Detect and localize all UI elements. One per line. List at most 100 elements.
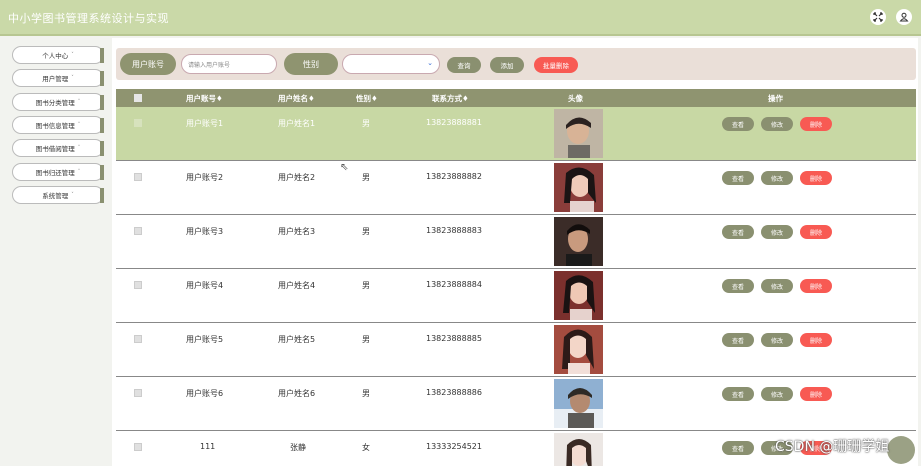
header-gender[interactable]: 性别♦	[356, 93, 378, 104]
chevron-down-icon: ˅	[77, 145, 81, 151]
table-header: 用户账号♦ 用户姓名♦ 性别♦ 联系方式♦ 头像 操作	[116, 89, 916, 107]
gender-select[interactable]: ⌄	[342, 54, 440, 74]
edit-button[interactable]: 修改	[761, 171, 793, 185]
avatar	[554, 217, 603, 266]
table-row[interactable]: 用户账号2 用户姓名2 男 13823888882 查看 修改 删除	[116, 161, 916, 215]
user-icon[interactable]	[896, 9, 912, 25]
header-account[interactable]: 用户账号♦	[186, 93, 223, 104]
chevron-down-icon: ˅	[71, 192, 74, 198]
sidebar-item-label: 图书信息管理	[35, 122, 75, 130]
top-bar: 中小学图书管理系统设计与实现	[0, 0, 921, 36]
mouse-cursor-icon: ⇖	[340, 162, 349, 173]
cell-gender: 男	[362, 281, 370, 290]
sidebar-item-book-return[interactable]: 图书归还管理 ˅	[12, 163, 104, 181]
header-phone[interactable]: 联系方式♦	[432, 93, 469, 104]
avatar-photo	[554, 217, 603, 266]
avatar-photo	[554, 109, 603, 158]
header-name[interactable]: 用户姓名♦	[278, 93, 315, 104]
view-button[interactable]: 查看	[722, 225, 754, 239]
edit-button[interactable]: 修改	[761, 279, 793, 293]
avatar	[554, 163, 603, 212]
edit-button[interactable]: 修改	[761, 117, 793, 131]
view-button[interactable]: 查看	[722, 279, 754, 293]
view-button[interactable]: 查看	[722, 117, 754, 131]
row-checkbox[interactable]	[134, 281, 142, 289]
cell-phone: 13823888881	[426, 118, 482, 127]
cell-gender: 男	[362, 173, 370, 182]
cell-gender: 男	[362, 119, 370, 128]
cell-phone: 13333254521	[426, 442, 482, 451]
edit-button[interactable]: 修改	[761, 387, 793, 401]
sidebar-item-label: 图书借阅管理	[35, 145, 75, 153]
sidebar-item-label: 用户管理	[42, 75, 69, 83]
row-checkbox[interactable]	[134, 443, 142, 451]
cell-name: 用户姓名6	[278, 389, 316, 398]
fullscreen-icon[interactable]	[870, 9, 886, 25]
row-checkbox[interactable]	[134, 119, 142, 127]
select-all-checkbox[interactable]	[134, 94, 142, 102]
cell-name: 用户姓名1	[278, 119, 316, 128]
table-row[interactable]: 用户账号4 用户姓名4 男 13823888884 查看 修改 删除	[116, 269, 916, 323]
chevron-down-icon: ˅	[77, 169, 81, 175]
sidebar: 个人中心 ˅ 用户管理 ˅ 图书分类管理 ˅ 图书信息管理 ˅ 图书借阅管理 ˅ 图书归还…	[0, 38, 110, 466]
table-row[interactable]: 用户账号3 用户姓名3 男 13823888883 查看 修改 删除	[116, 215, 916, 269]
add-button[interactable]: 添加	[490, 57, 524, 73]
view-button[interactable]: 查看	[722, 441, 754, 455]
cell-gender: 女	[362, 443, 370, 452]
sidebar-item-book-category[interactable]: 图书分类管理 ˅	[12, 93, 104, 111]
delete-button[interactable]: 删除	[800, 279, 832, 293]
table-row[interactable]: 用户账号5 用户姓名5 男 13823888885 查看 修改 删除	[116, 323, 916, 377]
cell-phone: 13823888884	[426, 280, 482, 289]
view-button[interactable]: 查看	[722, 333, 754, 347]
cell-name: 用户姓名4	[278, 281, 316, 290]
floating-action-button[interactable]	[887, 436, 915, 464]
account-search-input[interactable]: 请输入用户账号	[181, 54, 277, 74]
row-checkbox[interactable]	[134, 335, 142, 343]
cell-phone: 13823888886	[426, 388, 482, 397]
avatar	[554, 271, 603, 320]
bulk-delete-button[interactable]: 批量删除	[534, 57, 578, 73]
filter-bar: 用户账号 请输入用户账号 性别 ⌄ 查询 添加 批量删除	[116, 48, 916, 80]
cell-phone: 13823888883	[426, 226, 482, 235]
sidebar-item-label: 系统管理	[42, 192, 69, 200]
cell-name: 用户姓名2	[278, 173, 316, 182]
table-row[interactable]: 用户账号1 用户姓名1 男 13823888881 查看 修改 删除	[116, 107, 916, 161]
sidebar-item-users[interactable]: 用户管理 ˅	[12, 69, 104, 87]
avatar-photo	[554, 433, 603, 466]
row-checkbox[interactable]	[134, 173, 142, 181]
sidebar-item-system[interactable]: 系统管理 ˅	[12, 186, 104, 204]
row-checkbox[interactable]	[134, 389, 142, 397]
cell-account: 111	[200, 442, 216, 451]
delete-button[interactable]: 删除	[800, 117, 832, 131]
delete-button[interactable]: 删除	[800, 387, 832, 401]
search-button[interactable]: 查询	[447, 57, 481, 73]
edit-button[interactable]: 修改	[761, 225, 793, 239]
sidebar-item-label: 图书分类管理	[35, 99, 75, 107]
delete-button[interactable]: 删除	[800, 171, 832, 185]
view-button[interactable]: 查看	[722, 171, 754, 185]
sidebar-item-book-info[interactable]: 图书信息管理 ˅	[12, 116, 104, 134]
table-row[interactable]: 用户账号6 用户姓名6 男 13823888886 查看 修改 删除	[116, 377, 916, 431]
header-actions: 操作	[768, 94, 783, 103]
avatar	[554, 433, 603, 466]
cell-gender: 男	[362, 227, 370, 236]
sidebar-item-personal-center[interactable]: 个人中心 ˅	[12, 46, 104, 64]
avatar-photo	[554, 163, 603, 212]
header-avatar: 头像	[568, 94, 583, 103]
sidebar-item-label: 图书归还管理	[35, 169, 75, 177]
row-checkbox[interactable]	[134, 227, 142, 235]
chevron-down-icon: ⌄	[427, 59, 433, 67]
delete-button[interactable]: 删除	[800, 333, 832, 347]
user-glyph	[899, 12, 909, 22]
cell-account: 用户账号2	[186, 173, 224, 182]
account-filter-label: 用户账号	[120, 53, 176, 75]
delete-button[interactable]: 删除	[800, 225, 832, 239]
cell-account: 用户账号1	[186, 119, 224, 128]
avatar-photo	[554, 271, 603, 320]
view-button[interactable]: 查看	[722, 387, 754, 401]
cell-phone: 13823888885	[426, 334, 482, 343]
main-content: 用户账号 请输入用户账号 性别 ⌄ 查询 添加 批量删除 用户账号♦ 用户姓名♦…	[112, 38, 918, 466]
edit-button[interactable]: 修改	[761, 333, 793, 347]
gender-filter-label: 性别	[284, 53, 338, 75]
sidebar-item-book-borrow[interactable]: 图书借阅管理 ˅	[12, 139, 104, 157]
